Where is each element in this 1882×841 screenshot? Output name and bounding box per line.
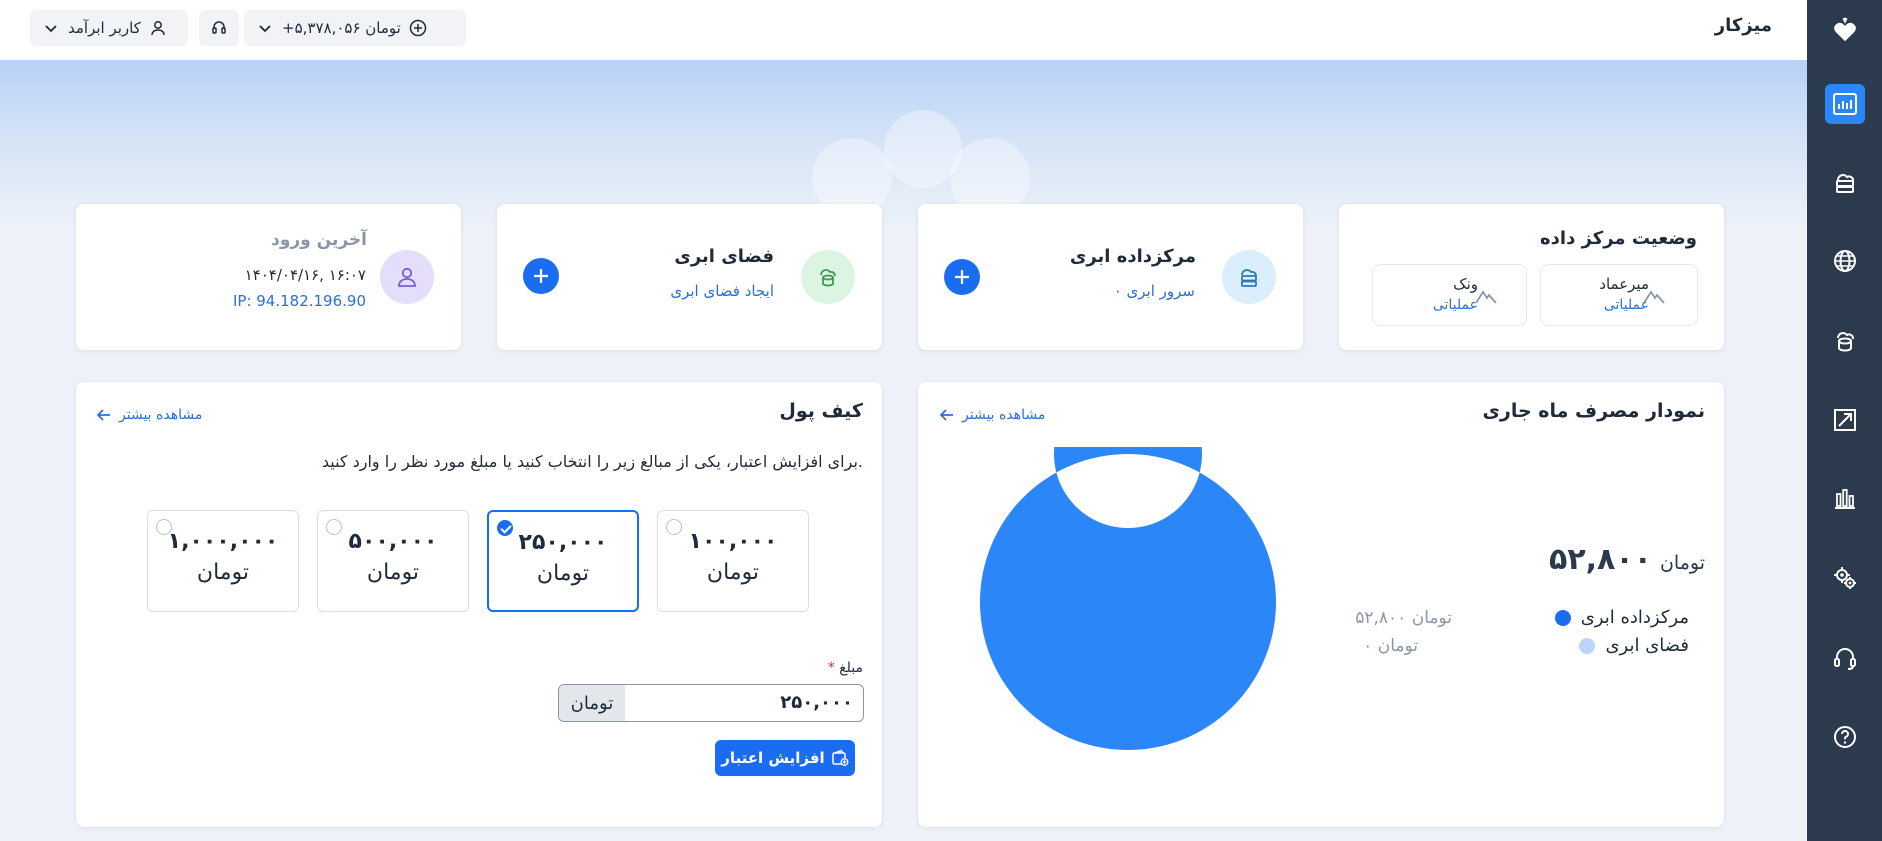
datacenter-item[interactable]: ونک عملیاتی — [1372, 264, 1527, 326]
cloud-datacenter-card: مرکزداده ابری ۰ سرور ابری — [918, 204, 1303, 350]
amount-label-text: مبلغ — [839, 660, 863, 676]
datacenter-state: عملیاتی — [1432, 297, 1478, 313]
amount-option[interactable]: ۱۰۰,۰۰۰ تومان — [657, 510, 809, 612]
bar-chart-icon[interactable] — [1825, 478, 1865, 518]
cloud-storage-icon[interactable] — [1825, 320, 1865, 360]
amount-option[interactable]: ۵۰۰,۰۰۰ تومان — [317, 510, 469, 612]
plus-icon — [955, 270, 969, 284]
legend-dot — [1554, 609, 1571, 626]
legend-value: ۰ تومان — [1363, 636, 1418, 656]
dashboard-chart-icon[interactable] — [1825, 84, 1865, 124]
user-icon — [380, 250, 434, 304]
datacenter-name: ونک — [1453, 275, 1478, 293]
see-more-label: مشاهده بیشتر — [119, 407, 203, 423]
datacenter-item[interactable]: میرعماد عملیاتی — [1540, 264, 1698, 326]
card-title: آخرین ورود — [271, 230, 367, 250]
top-bar: میزکار کاربر ابرآمد +۵,۳۷۸,۰۵۶ تومان — [0, 0, 1807, 60]
radio-button[interactable] — [326, 519, 342, 535]
amount-value: ۱۰۰,۰۰۰ — [688, 529, 778, 554]
card-title: کیف پول — [779, 400, 863, 422]
cloud-server-icon[interactable] — [1825, 162, 1865, 202]
amount-value: ۲۵۰,۰۰۰ — [518, 530, 608, 555]
wallet-card: کیف پول مشاهده بیشتر برای افزایش اعتبار،… — [76, 382, 882, 827]
help-icon[interactable] — [1825, 717, 1865, 757]
last-login-datetime: ۱۴۰۴/۰۴/۱۶, ۱۶:۰۷ — [244, 266, 366, 284]
amount-unit: تومان — [366, 560, 420, 585]
cloud-storage-icon — [801, 250, 855, 304]
see-more-link[interactable]: مشاهده بیشتر — [95, 406, 202, 424]
cloud-server-icon — [1222, 250, 1276, 304]
amount-option-selected[interactable]: ۲۵۰,۰۰۰ تومان — [487, 510, 639, 612]
wallet-description: برای افزایش اعتبار، یکی از مبالغ زیر را … — [321, 452, 863, 471]
legend-label: مرکزداده ابری — [1580, 607, 1689, 628]
amount-input-unit: تومان — [559, 685, 625, 721]
increase-credit-button[interactable]: افزایش اعتبار — [715, 740, 855, 776]
card-title: نمودار مصرف ماه جاری — [1482, 400, 1706, 422]
cloud-space-card: فضای ابری ایجاد فضای ابری — [497, 204, 882, 350]
datacenter-name: میرعماد — [1599, 275, 1649, 293]
chevron-down-icon — [45, 25, 57, 33]
datacenter-status-card: وضعیت مرکز داده میرعماد عملیاتی ونک عملی… — [1339, 204, 1724, 350]
create-cloud-space-link[interactable]: ایجاد فضای ابری — [670, 282, 774, 300]
logo-icon[interactable] — [1825, 10, 1865, 50]
amount-input-value[interactable]: ۲۵۰,۰۰۰ — [625, 685, 863, 721]
total-value: ۵۲,۸۰۰ — [1549, 542, 1652, 577]
amount-option[interactable]: ۱,۰۰۰,۰۰۰ تومان — [147, 510, 299, 612]
headset-icon — [212, 21, 226, 34]
arrow-left-icon — [96, 409, 110, 421]
globe-icon[interactable] — [1825, 241, 1865, 281]
required-mark: * — [827, 660, 835, 676]
legend-item: فضای ابری — [1579, 635, 1689, 656]
amount-input[interactable]: تومان ۲۵۰,۰۰۰ — [558, 684, 864, 722]
amount-value: ۵۰۰,۰۰۰ — [348, 529, 438, 554]
support-button[interactable] — [199, 10, 239, 46]
amount-unit: تومان — [196, 560, 250, 585]
radio-button[interactable] — [156, 519, 172, 535]
card-title: وضعیت مرکز داده — [1540, 228, 1697, 249]
user-menu-button[interactable]: کاربر ابرآمد — [30, 10, 188, 46]
amount-label: * مبلغ — [828, 660, 863, 676]
user-name: کاربر ابرآمد — [68, 19, 141, 37]
legend-item: مرکزداده ابری — [1554, 607, 1689, 628]
see-more-link[interactable]: مشاهده بیشتر — [938, 406, 1045, 424]
radio-button-checked[interactable] — [497, 520, 513, 536]
legend-dot — [1579, 637, 1596, 654]
add-cloud-space-button[interactable] — [523, 258, 559, 294]
server-count-link[interactable]: ۰ سرور ابری — [1114, 282, 1195, 300]
arrow-left-icon — [939, 409, 953, 421]
legend-label: فضای ابری — [1605, 635, 1689, 656]
resize-icon[interactable] — [1825, 400, 1865, 440]
chart-total: ۵۲,۸۰۰ تومان — [1549, 542, 1705, 577]
radio-button[interactable] — [666, 519, 682, 535]
see-more-label: مشاهده بیشتر — [962, 407, 1046, 423]
legend-value: ۵۲,۸۰۰ تومان — [1355, 608, 1452, 628]
amount-unit: تومان — [706, 560, 760, 585]
balance-menu-button[interactable]: +۵,۳۷۸,۰۵۶ تومان — [244, 10, 466, 46]
increase-credit-label: افزایش اعتبار — [721, 749, 825, 767]
amount-unit: تومان — [536, 561, 590, 586]
last-login-ip: IP: 94.182.196.90 — [232, 292, 366, 310]
card-title: مرکزداده ابری — [1069, 246, 1196, 267]
last-login-card: آخرین ورود ۱۴۰۴/۰۴/۱۶, ۱۶:۰۷ IP: 94.182.… — [76, 204, 461, 350]
amount-value: ۱,۰۰۰,۰۰۰ — [167, 529, 279, 554]
headset-icon[interactable] — [1825, 638, 1865, 678]
add-server-button[interactable] — [944, 259, 980, 295]
user-icon — [151, 21, 165, 36]
chevron-down-icon — [259, 25, 271, 33]
total-unit: تومان — [1659, 552, 1705, 574]
page-title: میزکار — [1714, 15, 1772, 36]
datacenter-state: عملیاتی — [1603, 297, 1649, 313]
wallet-add-icon — [831, 749, 849, 766]
settings-gears-icon[interactable] — [1825, 558, 1865, 598]
sidebar — [1807, 0, 1882, 841]
card-title: فضای ابری — [674, 246, 774, 267]
balance-amount: +۵,۳۷۸,۰۵۶ تومان — [282, 19, 401, 37]
add-circle-icon — [409, 19, 427, 37]
usage-chart-card: نمودار مصرف ماه جاری مشاهده بیشتر ۵۲,۸۰۰… — [918, 382, 1724, 827]
donut-chart — [979, 447, 1276, 750]
plus-icon — [534, 269, 548, 283]
